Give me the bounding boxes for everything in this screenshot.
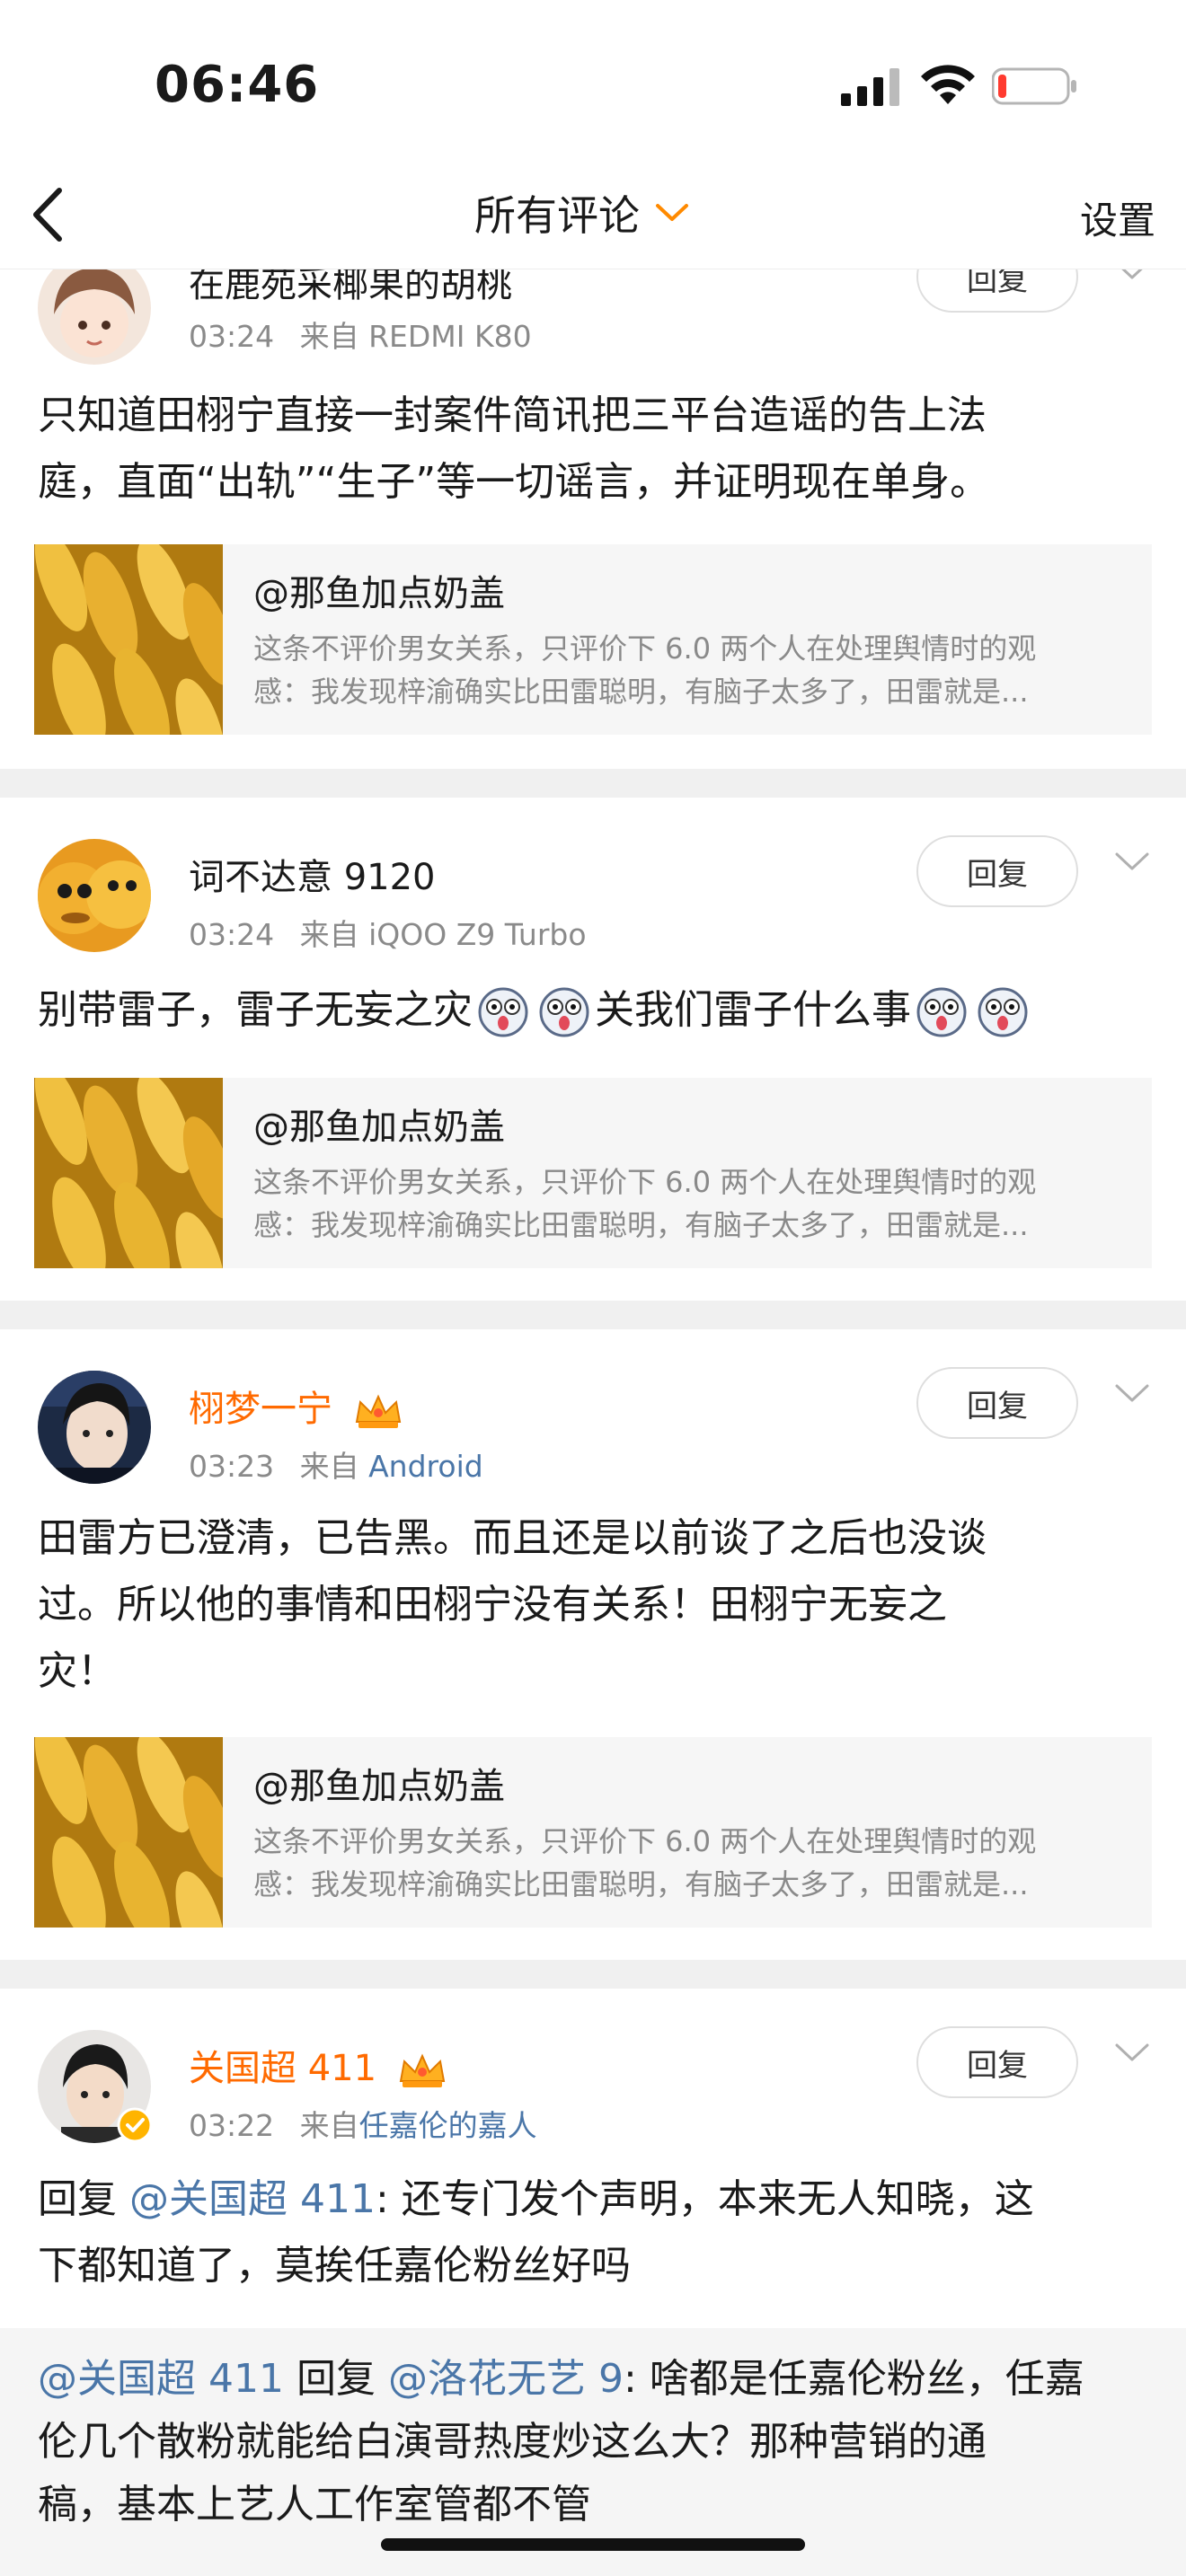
emoji-icon [916,987,967,1037]
username[interactable]: 词不达意 9120 [189,848,436,900]
comment-source-link[interactable]: 任嘉伦的嘉人 [359,2108,537,2143]
quoted-post-thumbnail [34,544,223,735]
comment-meta: 03:24 来自 REDMI K80 [189,313,532,356]
settings-button[interactable]: 设置 [1080,190,1155,245]
quoted-post-author: @那鱼加点奶盖 [253,1766,505,1807]
comment-text: 回复 @关国超 411: 还专门发个声明，本来无人知晓，这 下都知道了，莫挨任嘉… [38,2176,1034,2289]
nav-bar: 所有评论 设置 [0,162,1186,269]
verified-badge-icon [117,2107,153,2143]
comment-time: 03:24 [189,319,275,354]
username[interactable]: 关国超 411 [189,2039,449,2091]
comment-time: 03:22 [189,2108,275,2143]
source-prefix: 来自 [299,319,359,354]
comment-source: iQOO Z9 Turbo [368,917,587,952]
wifi-icon [921,65,975,104]
comment-item: 词不达意 9120 03:24 来自 iQOO Z9 Turbo 回复 别带雷子… [0,798,1186,1301]
status-time: 06:46 [155,56,320,114]
comment-text: 别带雷子，雷子无妄之灾 关我们雷子什么事 [38,977,1152,1044]
reply-button[interactable]: 回复 [916,2026,1078,2098]
source-prefix: 来自 [299,2108,359,2143]
status-bar: 06:46 [0,0,1186,162]
quoted-post-card[interactable]: @那鱼加点奶盖 这条不评价男女关系，只评价下 6.0 两个人在处理舆情时的观 感… [34,1737,1152,1928]
comment-text: 田雷方已澄清，已告黑。而且还是以前谈了之后也没谈 过。所以他的事情和田栩宁没有关… [38,1515,987,1694]
quoted-post-card[interactable]: @那鱼加点奶盖 这条不评价男女关系，只评价下 6.0 两个人在处理舆情时的观 感… [34,1078,1152,1268]
chevron-down-icon[interactable] [1114,851,1150,873]
emoji-icon [478,987,528,1037]
comment-time: 03:23 [189,1449,275,1484]
quoted-post-thumbnail [34,1078,223,1268]
comment-source-link[interactable]: Android [368,1449,483,1484]
battery-icon [992,67,1076,105]
quoted-post-excerpt: 这条不评价男女关系，只评价下 6.0 两个人在处理舆情时的观 感：我发现梓渝确实… [253,1165,1037,1242]
quoted-post-excerpt: 这条不评价男女关系，只评价下 6.0 两个人在处理舆情时的观 感：我发现梓渝确实… [253,631,1037,709]
chevron-down-icon [656,204,688,221]
user-mention-link[interactable]: @关国超 411 [38,2356,284,2402]
chevron-down-icon[interactable] [1114,2042,1150,2064]
comment-meta: 03:22 来自任嘉伦的嘉人 [189,2102,537,2145]
back-arrow-icon[interactable] [25,181,70,248]
comment-meta: 03:24 来自 iQOO Z9 Turbo [189,911,587,954]
quoted-post-author: @那鱼加点奶盖 [253,573,505,614]
cellular-signal-icon [841,68,899,106]
comment-item: 在鹿苑采椰果的胡桃 03:24 来自 REDMI K80 回复 只知道田栩宁直接… [0,225,1186,767]
emoji-icon [539,987,589,1037]
divider [0,769,1186,798]
nav-title: 所有评论 [474,191,640,240]
crown-badge-icon [355,1394,401,1428]
user-mention-link[interactable]: @洛花无艺 9 [388,2356,624,2402]
user-mention-link[interactable]: @关国超 411 [129,2176,376,2222]
comment-filter-dropdown[interactable]: 所有评论 [474,183,690,243]
sub-reply-text: @关国超 411 回复 @洛花无艺 9: 啥都是任嘉伦粉丝，任嘉 伦几个散粉就能… [38,2356,1084,2527]
comment-meta: 03:23 来自 Android [189,1442,483,1486]
source-prefix: 来自 [299,1449,359,1484]
divider [0,1960,1186,1989]
reply-button[interactable]: 回复 [916,835,1078,907]
crown-badge-icon [399,2053,445,2087]
divider [0,1301,1186,1329]
quoted-post-card[interactable]: @那鱼加点奶盖 这条不评价男女关系，只评价下 6.0 两个人在处理舆情时的观 感… [34,544,1152,735]
comment-text: 只知道田栩宁直接一封案件简讯把三平台造谣的告上法 庭，直面“出轨”“生子”等一切… [38,393,990,505]
home-indicator[interactable] [381,2538,805,2551]
quoted-post-author: @那鱼加点奶盖 [253,1107,505,1148]
avatar[interactable] [38,839,151,952]
quoted-post-excerpt: 这条不评价男女关系，只评价下 6.0 两个人在处理舆情时的观 感：我发现梓渝确实… [253,1824,1037,1901]
reply-button[interactable]: 回复 [916,1367,1078,1439]
comment-time: 03:24 [189,917,275,952]
quoted-post-thumbnail [34,1737,223,1928]
username[interactable]: 栩梦一宁 [189,1380,405,1432]
source-prefix: 来自 [299,917,359,952]
emoji-icon [978,987,1028,1037]
comment-item: 关国超 411 03:22 来自任嘉伦的嘉人 回复 回复 @关国超 411: 还… [0,1989,1186,2328]
chevron-down-icon[interactable] [1114,1383,1150,1405]
comment-item: 栩梦一宁 03:23 来自 Android 回复 田雷方已澄清，已告黑。而且还是… [0,1329,1186,1960]
avatar[interactable] [38,1371,151,1484]
comment-source: REDMI K80 [368,319,532,354]
